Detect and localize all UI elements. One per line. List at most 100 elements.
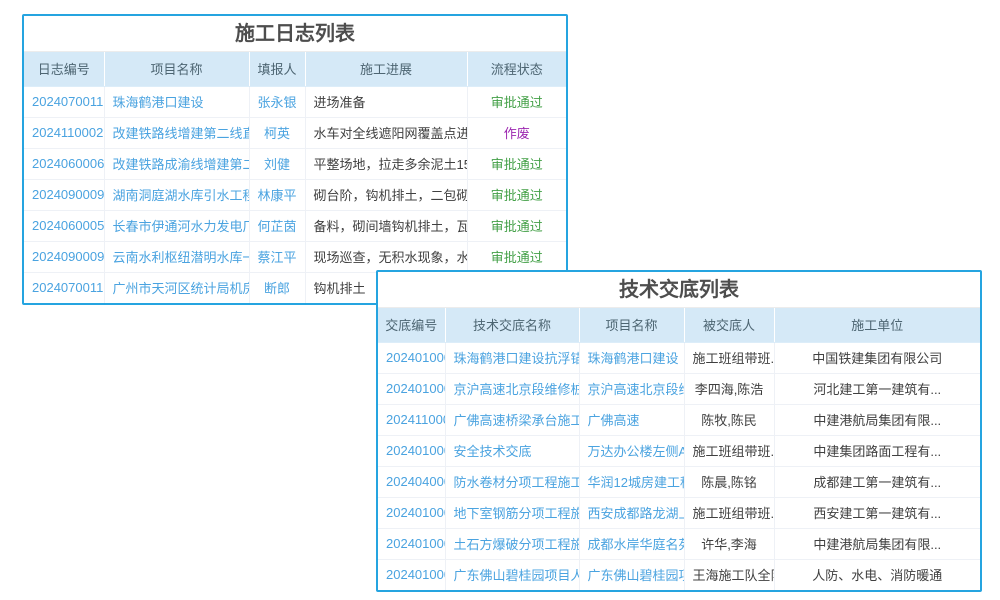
project-name-link[interactable]: 广州市天河区统计局机房... [104, 272, 249, 303]
disclosure-id-link[interactable]: 2024010001 [378, 559, 445, 590]
disclosure-name-link[interactable]: 广佛高速桥梁承台施工技... [445, 404, 579, 435]
project-name-link[interactable]: 华润12城房建工程... [579, 466, 684, 497]
construction-unit-cell: 河北建工第一建筑有... [774, 373, 980, 404]
progress-cell: 水车对全线遮阳网覆盖点进... [305, 117, 467, 148]
log-id-link[interactable]: 2024060006 [24, 148, 104, 179]
project-name-link[interactable]: 成都水岸华庭名苑... [579, 528, 684, 559]
project-name-link[interactable]: 万达办公楼左侧A... [579, 435, 684, 466]
progress-cell: 备料，砌间墙钩机排土，瓦... [305, 210, 467, 241]
disclosure-name-link[interactable]: 京沪高速北京段维修桩帽... [445, 373, 579, 404]
column-header-reporter: 填报人 [249, 52, 305, 86]
construction-log-table-card: 施工日志列表 日志编号 项目名称 填报人 施工进展 流程状态 202407001… [22, 14, 568, 305]
technical-disclosure-title: 技术交底列表 [378, 272, 980, 308]
technical-disclosure-table-card: 技术交底列表 交底编号 技术交底名称 项目名称 被交底人 施工单位 202401… [376, 270, 982, 592]
disclosure-name-link[interactable]: 安全技术交底 [445, 435, 579, 466]
status-badge: 作废 [467, 117, 566, 148]
column-header-progress: 施工进展 [305, 52, 467, 86]
disclosure-name-link[interactable]: 地下室钢筋分项工程施工... [445, 497, 579, 528]
project-name-link[interactable]: 云南水利枢纽潜明水库一... [104, 241, 249, 272]
project-name-link[interactable]: 长春市伊通河水力发电厂... [104, 210, 249, 241]
disclosure-id-link[interactable]: 2024010003 [378, 435, 445, 466]
project-name-link[interactable]: 京沪高速北京段维修 [579, 373, 684, 404]
disclosed-to-cell: 李四海,陈浩 [684, 373, 774, 404]
disclosed-to-cell: 陈牧,陈民 [684, 404, 774, 435]
construction-unit-cell: 中建集团路面工程有... [774, 435, 980, 466]
log-id-link[interactable]: 2024090009 [24, 241, 104, 272]
reporter-link[interactable]: 蔡江平 [249, 241, 305, 272]
table-row: 2024040001防水卷材分项工程施工技...华润12城房建工程...陈晨,陈… [378, 466, 980, 497]
table-row: 2024010001广东佛山碧桂园项目人防...广东佛山碧桂园项目王海施工队全队… [378, 559, 980, 590]
disclosure-id-link[interactable]: 2024040001 [378, 466, 445, 497]
construction-unit-cell: 中建港航局集团有限... [774, 528, 980, 559]
column-header-disclosed-to: 被交底人 [684, 308, 774, 342]
project-name-link[interactable]: 广佛高速 [579, 404, 684, 435]
table-row: 2024010002土石方爆破分项工程施工...成都水岸华庭名苑...许华,李海… [378, 528, 980, 559]
log-id-link[interactable]: 2024070011 [24, 86, 104, 117]
construction-unit-cell: 西安建工第一建筑有... [774, 497, 980, 528]
project-name-link[interactable]: 珠海鹤港口建设 [104, 86, 249, 117]
status-badge: 审批通过 [467, 86, 566, 117]
log-id-link[interactable]: 2024090009 [24, 179, 104, 210]
column-header-disclosure-id: 交底编号 [378, 308, 445, 342]
progress-cell: 进场准备 [305, 86, 467, 117]
status-badge: 审批通过 [467, 241, 566, 272]
column-header-project-name: 项目名称 [579, 308, 684, 342]
disclosure-name-link[interactable]: 土石方爆破分项工程施工... [445, 528, 579, 559]
disclosure-id-link[interactable]: 2024010002 [378, 528, 445, 559]
reporter-link[interactable]: 断郎 [249, 272, 305, 303]
table-row: 2024010002地下室钢筋分项工程施工...西安成都路龙湖上...施工班组带… [378, 497, 980, 528]
project-name-link[interactable]: 改建铁路线增建第二线直... [104, 117, 249, 148]
table-row: 2024060006改建铁路成渝线增建第二...刘健平整场地，拉走多余泥土15.… [24, 148, 566, 179]
disclosed-to-cell: 施工班组带班... [684, 497, 774, 528]
disclosure-name-link[interactable]: 防水卷材分项工程施工技... [445, 466, 579, 497]
disclosed-to-cell: 陈晨,陈铭 [684, 466, 774, 497]
project-name-link[interactable]: 广东佛山碧桂园项目 [579, 559, 684, 590]
table-row: 2024010004京沪高速北京段维修桩帽...京沪高速北京段维修李四海,陈浩河… [378, 373, 980, 404]
status-badge: 审批通过 [467, 148, 566, 179]
disclosed-to-cell: 施工班组带班... [684, 342, 774, 373]
reporter-link[interactable]: 何芷茵 [249, 210, 305, 241]
reporter-link[interactable]: 张永银 [249, 86, 305, 117]
log-id-link[interactable]: 2024060005 [24, 210, 104, 241]
table-row: 2024090009湖南洞庭湖水库引水工程...林康平砌台阶，钩机排土，二包砌.… [24, 179, 566, 210]
table-row: 2024090009云南水利枢纽潜明水库一...蔡江平现场巡查，无积水现象，水.… [24, 241, 566, 272]
disclosure-id-link[interactable]: 2024010002 [378, 497, 445, 528]
disclosed-to-cell: 施工班组带班... [684, 435, 774, 466]
disclosed-to-cell: 许华,李海 [684, 528, 774, 559]
column-header-disclosure-name: 技术交底名称 [445, 308, 579, 342]
progress-cell: 砌台阶，钩机排土，二包砌... [305, 179, 467, 210]
reporter-link[interactable]: 林康平 [249, 179, 305, 210]
table-row: 2024010003安全技术交底万达办公楼左侧A...施工班组带班...中建集团… [378, 435, 980, 466]
construction-log-table: 日志编号 项目名称 填报人 施工进展 流程状态 2024070011珠海鹤港口建… [24, 52, 566, 303]
status-badge: 审批通过 [467, 210, 566, 241]
construction-unit-cell: 中国铁建集团有限公司 [774, 342, 980, 373]
project-name-link[interactable]: 湖南洞庭湖水库引水工程... [104, 179, 249, 210]
construction-unit-cell: 中建港航局集团有限... [774, 404, 980, 435]
table-row: 2024070011珠海鹤港口建设张永银进场准备审批通过 [24, 86, 566, 117]
project-name-link[interactable]: 西安成都路龙湖上... [579, 497, 684, 528]
technical-disclosure-table: 交底编号 技术交底名称 项目名称 被交底人 施工单位 2024010003珠海鹤… [378, 308, 980, 590]
column-header-log-id: 日志编号 [24, 52, 104, 86]
disclosure-id-link[interactable]: 2024010004 [378, 373, 445, 404]
log-id-link[interactable]: 2024110002 [24, 117, 104, 148]
column-header-project-name: 项目名称 [104, 52, 249, 86]
disclosure-id-link[interactable]: 2024010003 [378, 342, 445, 373]
reporter-link[interactable]: 柯英 [249, 117, 305, 148]
status-badge: 审批通过 [467, 179, 566, 210]
disclosure-name-link[interactable]: 珠海鹤港口建设抗浮锚杆... [445, 342, 579, 373]
header-row: 日志编号 项目名称 填报人 施工进展 流程状态 [24, 52, 566, 86]
table-row: 2024010003珠海鹤港口建设抗浮锚杆...珠海鹤港口建设施工班组带班...… [378, 342, 980, 373]
project-name-link[interactable]: 珠海鹤港口建设 [579, 342, 684, 373]
column-header-status: 流程状态 [467, 52, 566, 86]
log-id-link[interactable]: 2024070011 [24, 272, 104, 303]
reporter-link[interactable]: 刘健 [249, 148, 305, 179]
construction-unit-cell: 人防、水电、消防暖通 [774, 559, 980, 590]
column-header-construction-unit: 施工单位 [774, 308, 980, 342]
disclosure-name-link[interactable]: 广东佛山碧桂园项目人防... [445, 559, 579, 590]
disclosure-id-link[interactable]: 2024110001 [378, 404, 445, 435]
project-name-link[interactable]: 改建铁路成渝线增建第二... [104, 148, 249, 179]
progress-cell: 平整场地，拉走多余泥土15... [305, 148, 467, 179]
technical-disclosure-rows: 2024010003珠海鹤港口建设抗浮锚杆...珠海鹤港口建设施工班组带班...… [378, 342, 980, 590]
construction-log-title: 施工日志列表 [24, 16, 566, 52]
table-row: 2024060005长春市伊通河水力发电厂...何芷茵备料，砌间墙钩机排土，瓦.… [24, 210, 566, 241]
